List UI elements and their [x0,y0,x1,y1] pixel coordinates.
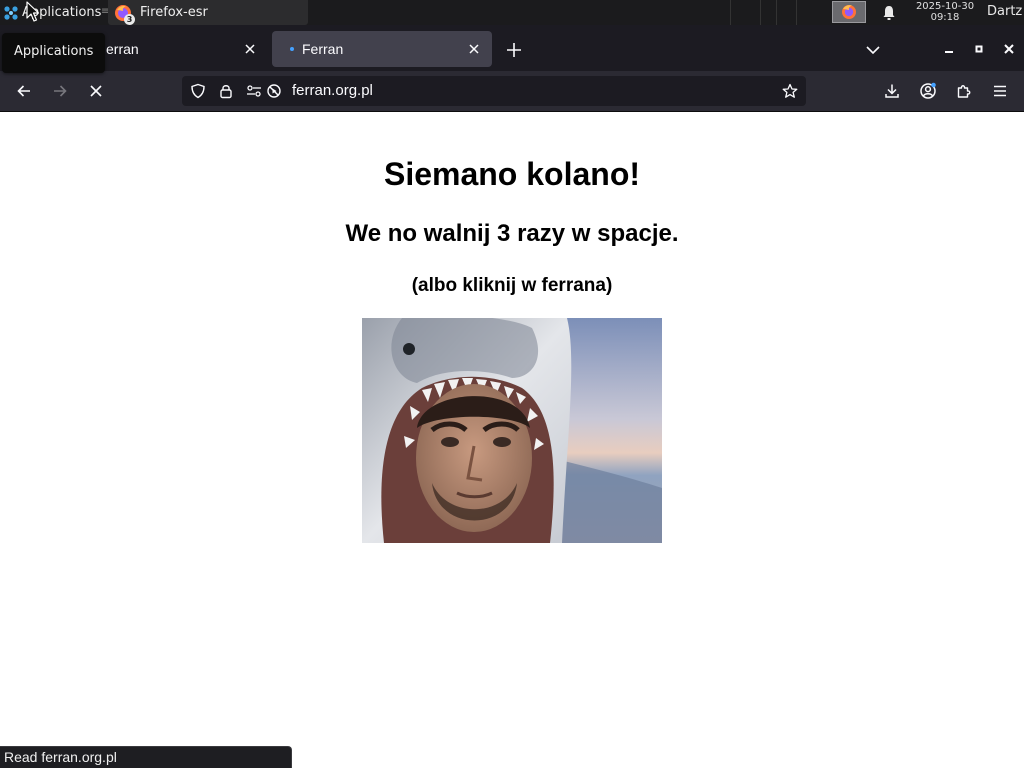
taskbar-item-firefox[interactable]: 3 Firefox-esr [108,0,308,25]
shark-hoodie-portrait-icon [362,318,662,543]
tab-ferran-2[interactable]: Ferran [272,31,492,67]
panel-clock[interactable]: 2025-10-30 09:18 [908,1,982,23]
minimize-icon [945,51,953,53]
browser-tabstrip: erran Ferran [0,25,1024,71]
panel-separator: ≡ [101,6,110,17]
panel-divider [796,0,797,25]
autoplay-blocked-icon[interactable] [266,83,282,99]
close-window-button[interactable] [999,39,1019,59]
applications-icon [4,5,18,20]
arrow-right-icon [54,85,67,97]
clock-date: 2025-10-30 [915,1,975,12]
arrow-left-icon [17,85,30,97]
puzzle-piece-icon [957,85,971,98]
navigation-toolbar: ferran.org.pl [0,71,1024,111]
tab-loading-indicator [290,47,294,51]
address-bar[interactable]: ferran.org.pl [182,76,806,106]
permissions-icon[interactable] [246,83,262,99]
task-count-badge: 3 [124,13,135,25]
tray-firefox-button[interactable] [832,1,866,23]
url-text: ferran.org.pl [292,82,373,99]
user-menu[interactable]: Dartz [987,4,1022,19]
applications-tooltip: Applications [2,33,106,73]
page-hint: (albo kliknij w ferrana) [411,275,613,296]
page-subheading: We no walnij 3 razy w spacje. [345,220,679,247]
stop-loading-button[interactable] [84,79,108,103]
panel-divider [730,0,731,25]
lock-icon[interactable] [218,83,234,99]
stop-x-icon [90,85,102,97]
maximize-window-button[interactable] [969,39,989,59]
extensions-button[interactable] [952,79,976,103]
minimize-window-button[interactable] [939,39,959,59]
taskbar-item-label: Firefox-esr [140,5,208,20]
status-bar: Read ferran.org.pl [0,746,292,768]
list-all-tabs-chevron-icon[interactable] [864,41,882,59]
close-tab-icon[interactable] [238,37,262,61]
back-button[interactable] [12,79,36,103]
close-tab-icon[interactable] [462,37,486,61]
firefox-tray-icon [842,5,856,19]
web-page-content: Siemano kolano! We no walnij 3 razy w sp… [0,112,1024,768]
new-tab-plus-icon[interactable] [503,39,525,61]
panel-divider [776,0,777,25]
ferran-image[interactable] [362,318,662,543]
tab-title: Ferran [302,41,344,57]
forward-button[interactable] [48,79,72,103]
maximize-icon [975,45,983,53]
clock-time: 09:18 [930,12,960,23]
mouse-cursor-icon [26,1,40,22]
hamburger-menu-icon [994,85,1006,97]
notification-bell-icon[interactable] [880,4,898,22]
close-icon [1004,44,1014,54]
desktop-panel: Applications ≡ 3 Firefox-esr 2025-10-30 … [0,0,1024,25]
applications-menu-button[interactable]: Applications [0,0,104,25]
tracking-shield-icon[interactable] [190,83,206,99]
bookmark-star-icon[interactable] [782,83,798,99]
downloads-button[interactable] [880,79,904,103]
account-button[interactable] [916,79,940,103]
page-heading: Siemano kolano! [383,156,641,192]
account-icon [920,82,936,99]
panel-divider [760,0,761,25]
app-menu-button[interactable] [988,79,1012,103]
download-icon [885,84,899,98]
firefox-icon: 3 [114,4,135,25]
